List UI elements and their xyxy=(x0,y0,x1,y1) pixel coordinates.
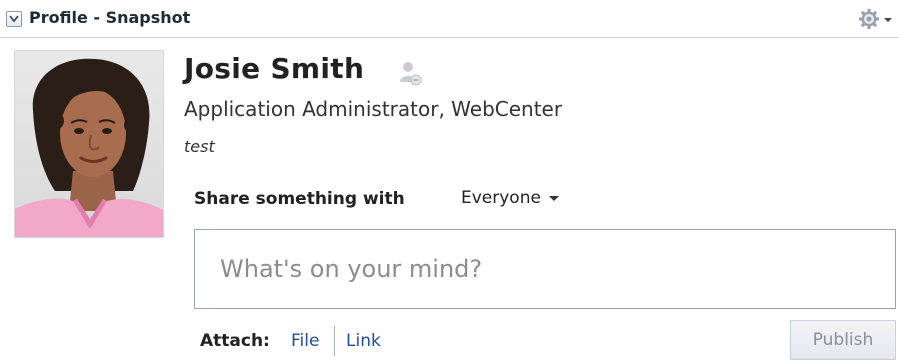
panel-title: Profile - Snapshot xyxy=(29,8,191,27)
audience-dropdown[interactable]: Everyone xyxy=(461,188,559,208)
attach-link-link[interactable]: Link xyxy=(346,331,381,351)
presence-indicator[interactable] xyxy=(396,60,422,86)
profile-name[interactable]: Josie Smith xyxy=(184,52,364,85)
collapse-button[interactable] xyxy=(6,11,22,27)
panel-menu-button[interactable] xyxy=(859,8,893,30)
attach-file-link[interactable]: File xyxy=(291,331,319,351)
user-photo xyxy=(15,51,163,237)
profile-photo[interactable] xyxy=(14,50,164,238)
audience-selected: Everyone xyxy=(461,188,541,208)
panel-header: Profile - Snapshot xyxy=(0,0,899,38)
chevron-down-icon xyxy=(9,15,19,23)
profile-job-title: Application Administrator, WebCenter xyxy=(184,97,563,121)
profile-status-message: test xyxy=(184,137,215,156)
share-label: Share something with xyxy=(194,189,405,209)
publish-button[interactable]: Publish xyxy=(790,320,896,360)
presence-offline-icon xyxy=(400,62,422,86)
attach-divider xyxy=(334,326,335,356)
post-input[interactable] xyxy=(194,229,896,309)
caret-down-icon xyxy=(548,195,559,201)
gear-icon xyxy=(859,9,892,29)
attach-label: Attach: xyxy=(200,331,270,351)
